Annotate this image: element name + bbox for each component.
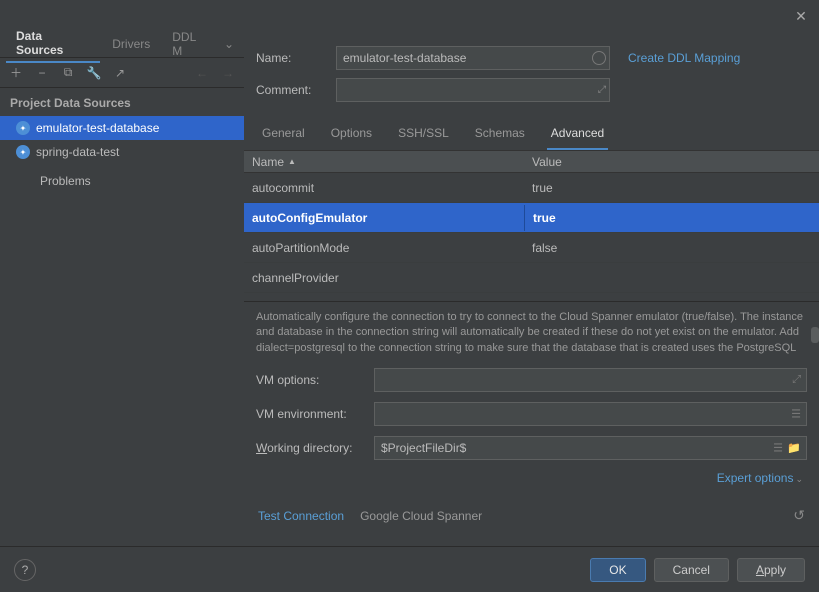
prop-name: autoPartitionMode — [244, 235, 524, 261]
cancel-button[interactable]: Cancel — [654, 558, 729, 582]
comment-row: Comment: ⤢ — [244, 74, 819, 106]
create-ddl-mapping-link[interactable]: Create DDL Mapping — [628, 51, 740, 65]
apply-button[interactable]: Apply — [737, 558, 805, 582]
copy-icon[interactable]: ⧉ — [60, 65, 76, 81]
remove-icon[interactable]: − — [34, 65, 50, 81]
inner-tabs: General Options SSH/SSL Schemas Advanced — [244, 112, 819, 151]
vm-env-input[interactable] — [374, 402, 807, 426]
vm-env-label: VM environment: — [256, 407, 364, 421]
prop-name: channelProvider — [244, 265, 524, 291]
ok-button[interactable]: OK — [590, 558, 645, 582]
scrollbar-thumb[interactable] — [811, 327, 819, 343]
table-row[interactable]: autoConfigEmulator true — [244, 203, 819, 233]
header-name[interactable]: Name ▲ — [244, 151, 524, 172]
comment-label: Comment: — [256, 83, 326, 97]
vm-options-input[interactable] — [374, 368, 807, 392]
name-input[interactable] — [336, 46, 610, 70]
help-button[interactable]: ? — [14, 559, 36, 581]
driver-label: Google Cloud Spanner — [360, 509, 482, 523]
list-icon[interactable]: ☰ — [773, 442, 783, 455]
property-description: Automatically configure the connection t… — [244, 301, 819, 357]
data-source-label: emulator-test-database — [36, 121, 159, 135]
prop-value[interactable] — [524, 272, 819, 284]
table-row[interactable]: autoPartitionMode false — [244, 233, 819, 263]
properties-table: Name ▲ Value autocommit true autoConfigE… — [244, 151, 819, 293]
lower-form: VM options: ⤢ VM environment: ☰ Working … — [244, 363, 819, 491]
back-icon[interactable]: ← — [194, 65, 210, 81]
tab-ssh-ssl[interactable]: SSH/SSL — [394, 120, 453, 150]
tab-drivers[interactable]: Drivers — [102, 33, 160, 55]
right-pane: Name: Create DDL Mapping Comment: ⤢ Gene… — [244, 30, 819, 546]
name-label: Name: — [256, 51, 326, 65]
prop-name: autocommit — [244, 175, 524, 201]
name-row: Name: Create DDL Mapping — [244, 42, 819, 74]
problems-item[interactable]: Problems — [0, 164, 244, 192]
table-header: Name ▲ Value — [244, 151, 819, 173]
top-tabs: Data Sources Drivers DDL M ⌄ — [0, 30, 244, 58]
section-header: Project Data Sources — [0, 88, 244, 116]
tab-general[interactable]: General — [258, 120, 309, 150]
sort-asc-icon: ▲ — [288, 157, 296, 166]
tab-ddl-mappings[interactable]: DDL M — [162, 26, 218, 62]
data-source-item-spring[interactable]: ✦ spring-data-test — [0, 140, 244, 164]
forward-icon[interactable]: → — [220, 65, 236, 81]
working-dir-input[interactable] — [374, 436, 807, 460]
tab-advanced[interactable]: Advanced — [547, 120, 608, 150]
data-source-item-emulator[interactable]: ✦ emulator-test-database — [0, 116, 244, 140]
external-icon[interactable]: ↗ — [112, 65, 128, 81]
header-name-label: Name — [252, 155, 284, 169]
table-row[interactable]: channelProvider — [244, 263, 819, 293]
left-pane: Data Sources Drivers DDL M ⌄ ＋ − ⧉ 🔧 ↗ ←… — [0, 30, 244, 546]
header-value[interactable]: Value — [524, 151, 819, 172]
tab-overflow-chevron-icon[interactable]: ⌄ — [220, 37, 238, 51]
main-area: Data Sources Drivers DDL M ⌄ ＋ − ⧉ 🔧 ↗ ←… — [0, 0, 819, 546]
button-bar: ? OK Cancel Apply — [0, 546, 819, 592]
tab-data-sources[interactable]: Data Sources — [6, 25, 100, 63]
color-circle-icon[interactable] — [592, 51, 606, 65]
spanner-icon: ✦ — [16, 145, 30, 159]
vm-options-label: VM options: — [256, 373, 364, 387]
data-source-label: spring-data-test — [36, 145, 119, 159]
expand-icon[interactable]: ⤢ — [792, 374, 801, 387]
test-connection-link[interactable]: Test Connection — [258, 509, 344, 523]
prop-name: autoConfigEmulator — [244, 205, 524, 231]
comment-input[interactable] — [336, 78, 610, 102]
folder-icon[interactable]: 📁 — [787, 442, 801, 455]
prop-value[interactable]: true — [524, 205, 819, 231]
prop-value[interactable]: true — [524, 175, 819, 201]
table-row[interactable]: autocommit true — [244, 173, 819, 203]
expert-options-label: Expert options — [717, 471, 794, 485]
expert-options-row: Expert options⌄ — [244, 465, 819, 491]
add-icon[interactable]: ＋ — [8, 65, 24, 81]
working-dir-label: Working directory: — [256, 441, 364, 455]
working-dir-row: Working directory: ☰ 📁 — [244, 431, 819, 465]
list-icon[interactable]: ☰ — [791, 408, 801, 421]
spanner-icon: ✦ — [16, 121, 30, 135]
expert-options-link[interactable]: Expert options⌄ — [717, 471, 803, 485]
tab-options[interactable]: Options — [327, 120, 376, 150]
wrench-icon[interactable]: 🔧 — [86, 65, 102, 81]
prop-value[interactable]: false — [524, 235, 819, 261]
vm-options-row: VM options: ⤢ — [244, 363, 819, 397]
expand-icon[interactable]: ⤢ — [598, 85, 606, 96]
vm-env-row: VM environment: ☰ — [244, 397, 819, 431]
tab-schemas[interactable]: Schemas — [471, 120, 529, 150]
chevron-down-icon: ⌄ — [795, 474, 803, 484]
connection-row: Test Connection Google Cloud Spanner ↺ — [244, 497, 819, 534]
left-toolbar: ＋ − ⧉ 🔧 ↗ ← → — [0, 58, 244, 88]
close-button[interactable]: ✕ — [793, 8, 809, 24]
revert-icon[interactable]: ↺ — [793, 507, 805, 524]
